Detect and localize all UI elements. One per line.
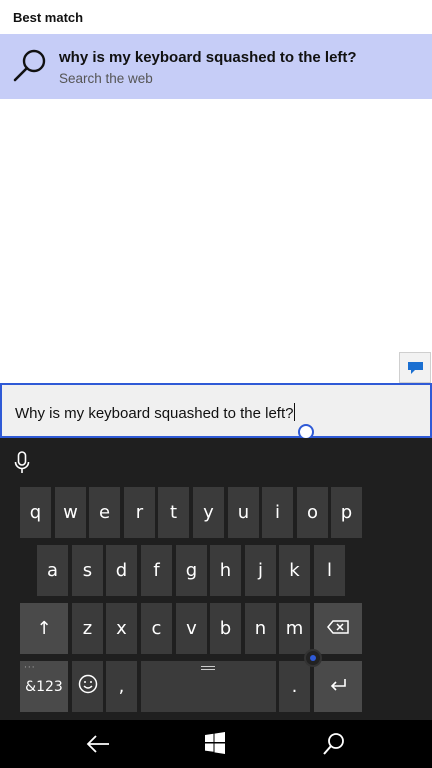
enter-icon bbox=[329, 676, 347, 697]
symbols-key[interactable]: ··· &123 bbox=[20, 661, 68, 712]
key-v[interactable]: v bbox=[176, 603, 207, 654]
key-d[interactable]: d bbox=[106, 545, 137, 596]
key-u[interactable]: u bbox=[228, 487, 259, 538]
key-y[interactable]: y bbox=[193, 487, 224, 538]
key-j[interactable]: j bbox=[245, 545, 276, 596]
search-input-text: Why is my keyboard squashed to the left? bbox=[15, 405, 294, 422]
key-a[interactable]: a bbox=[37, 545, 68, 596]
backspace-key[interactable] bbox=[314, 603, 362, 654]
key-c[interactable]: c bbox=[141, 603, 172, 654]
feedback-button[interactable] bbox=[399, 352, 431, 383]
key-i[interactable]: i bbox=[262, 487, 293, 538]
windows-start-icon[interactable] bbox=[203, 731, 229, 757]
space-key[interactable] bbox=[141, 661, 276, 712]
result-subtitle: Search the web bbox=[59, 71, 153, 86]
text-caret bbox=[294, 403, 296, 421]
key-dots: ··· bbox=[24, 663, 36, 673]
period-key[interactable]: . bbox=[279, 661, 310, 712]
key-b[interactable]: b bbox=[210, 603, 241, 654]
result-title: why is my keyboard squashed to the left? bbox=[59, 49, 357, 66]
key-s[interactable]: s bbox=[72, 545, 103, 596]
key-f[interactable]: f bbox=[141, 545, 172, 596]
symbols-label: &123 bbox=[25, 678, 63, 695]
key-r[interactable]: r bbox=[124, 487, 155, 538]
comma-key[interactable]: , bbox=[106, 661, 137, 712]
key-o[interactable]: o bbox=[297, 487, 328, 538]
key-l[interactable]: l bbox=[314, 545, 345, 596]
back-arrow-icon[interactable] bbox=[85, 731, 111, 757]
shift-key[interactable]: ↑ bbox=[20, 603, 68, 654]
best-match-result[interactable]: why is my keyboard squashed to the left?… bbox=[0, 34, 432, 99]
search-icon bbox=[12, 48, 48, 84]
emoji-key[interactable] bbox=[72, 661, 103, 712]
enter-key[interactable] bbox=[314, 661, 362, 712]
key-g[interactable]: g bbox=[176, 545, 207, 596]
key-t[interactable]: t bbox=[158, 487, 189, 538]
key-q[interactable]: q bbox=[20, 487, 51, 538]
key-n[interactable]: n bbox=[245, 603, 276, 654]
key-m[interactable]: m bbox=[279, 603, 310, 654]
emoji-icon bbox=[78, 674, 98, 699]
key-z[interactable]: z bbox=[72, 603, 103, 654]
search-input[interactable]: Why is my keyboard squashed to the left? bbox=[0, 383, 432, 438]
search-icon[interactable] bbox=[321, 731, 347, 757]
microphone-icon[interactable] bbox=[14, 451, 30, 480]
best-match-header: Best match bbox=[13, 10, 84, 25]
key-w[interactable]: w bbox=[55, 487, 86, 538]
space-indicator bbox=[201, 666, 215, 670]
key-p[interactable]: p bbox=[331, 487, 362, 538]
navigation-bar bbox=[0, 720, 432, 768]
key-x[interactable]: x bbox=[106, 603, 137, 654]
cursor-control[interactable] bbox=[304, 649, 322, 667]
key-k[interactable]: k bbox=[279, 545, 310, 596]
key-h[interactable]: h bbox=[210, 545, 241, 596]
on-screen-keyboard: q w e r t y u i o p a s d f g h j k l ↑ … bbox=[0, 438, 432, 720]
backspace-icon bbox=[327, 618, 349, 639]
key-e[interactable]: e bbox=[89, 487, 120, 538]
